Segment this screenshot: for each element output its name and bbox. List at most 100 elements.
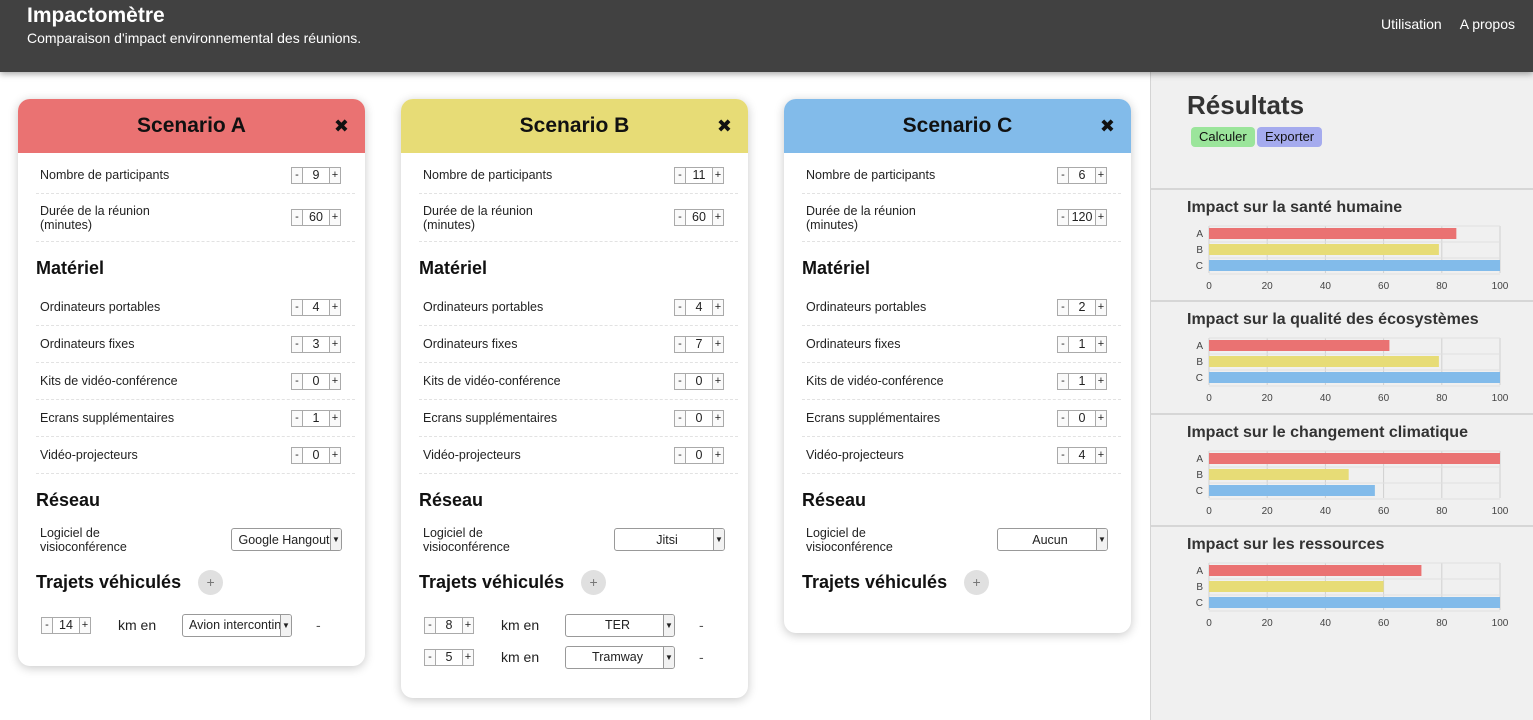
duration-increment-button[interactable]: + — [712, 209, 724, 226]
desktops-increment-button[interactable]: + — [712, 335, 724, 353]
screens-value[interactable]: 1 — [303, 409, 329, 427]
duration-increment-button[interactable]: + — [329, 209, 341, 226]
projectors-increment-button[interactable]: + — [329, 446, 341, 464]
participants-decrement-button[interactable]: - — [674, 166, 686, 184]
projectors-value[interactable]: 0 — [686, 446, 712, 464]
transport-mode-select[interactable]: TER ▼ — [565, 613, 675, 637]
duration-decrement-button[interactable]: - — [1057, 209, 1069, 226]
laptops-stepper: -2 + — [1057, 298, 1107, 316]
desktops-decrement-button[interactable]: - — [674, 335, 686, 353]
materiel-heading: Matériel — [419, 258, 488, 278]
desktops-value[interactable]: 7 — [686, 335, 712, 353]
screens-decrement-button[interactable]: - — [674, 409, 686, 427]
remove-trip-button[interactable]: - — [699, 649, 704, 665]
laptops-value[interactable]: 4 — [686, 298, 712, 316]
laptops-value[interactable]: 2 — [1069, 298, 1095, 316]
laptops-decrement-button[interactable]: - — [674, 298, 686, 316]
screens-value[interactable]: 0 — [686, 409, 712, 427]
close-icon[interactable]: ✖ — [334, 117, 349, 135]
screens-increment-button[interactable]: + — [329, 409, 341, 427]
participants-value[interactable]: 6 — [1069, 166, 1095, 184]
projectors-value[interactable]: 4 — [1069, 446, 1095, 464]
projectors-increment-button[interactable]: + — [1095, 446, 1107, 464]
reseau-heading: Réseau — [36, 490, 101, 510]
remove-trip-button[interactable]: - — [316, 617, 321, 633]
visio-kits-value[interactable]: 0 — [686, 372, 712, 390]
remove-trip-button[interactable]: - — [699, 617, 704, 633]
visio-kits-increment-button[interactable]: + — [712, 372, 724, 390]
add-trip-button[interactable]: + — [581, 570, 607, 595]
screens-decrement-button[interactable]: - — [291, 409, 303, 427]
duration-decrement-button[interactable]: - — [674, 209, 686, 226]
transport-mode-select[interactable]: Avion intercontinental▼ — [182, 613, 292, 637]
trip-km-decrement-button[interactable]: - — [424, 648, 436, 666]
trip-km-increment-button[interactable]: + — [462, 616, 474, 634]
visio-kits-decrement-button[interactable]: - — [291, 372, 303, 390]
participants-value[interactable]: 9 — [303, 166, 329, 184]
projectors-value[interactable]: 0 — [303, 446, 329, 464]
desktops-increment-button[interactable]: + — [1095, 335, 1107, 353]
visio-kits-row: Kits de vidéo-conférence -1 + — [802, 363, 1121, 400]
trip-km-value[interactable]: 8 — [436, 616, 462, 634]
duration-increment-button[interactable]: + — [1095, 209, 1107, 226]
trip-km-decrement-button[interactable]: - — [424, 616, 436, 634]
screens-increment-button[interactable]: + — [1095, 409, 1107, 427]
participants-increment-button[interactable]: + — [329, 166, 341, 184]
nav-utilisation-link[interactable]: Utilisation — [1381, 16, 1442, 32]
transport-mode-select[interactable]: Tramway ▼ — [565, 645, 675, 669]
add-trip-button[interactable]: + — [964, 570, 990, 595]
screens-increment-button[interactable]: + — [712, 409, 724, 427]
participants-value[interactable]: 11 — [686, 166, 712, 184]
export-button[interactable]: Exporter — [1257, 127, 1323, 147]
visio-kits-increment-button[interactable]: + — [1095, 372, 1107, 390]
calculate-button[interactable]: Calculer — [1191, 127, 1255, 147]
screens-value[interactable]: 0 — [1069, 409, 1095, 427]
desktops-value[interactable]: 1 — [1069, 335, 1095, 353]
participants-decrement-button[interactable]: - — [1057, 166, 1069, 184]
laptops-decrement-button[interactable]: - — [1057, 298, 1069, 316]
participants-increment-button[interactable]: + — [1095, 166, 1107, 184]
duration-decrement-button[interactable]: - — [291, 209, 303, 226]
duration-value[interactable]: 60 — [303, 209, 329, 226]
category-label: A — [1196, 229, 1203, 240]
desktops-increment-button[interactable]: + — [329, 335, 341, 353]
desktops-value[interactable]: 3 — [303, 335, 329, 353]
trip-km-decrement-button[interactable]: - — [41, 616, 53, 634]
laptops-increment-button[interactable]: + — [1095, 298, 1107, 316]
desktops-decrement-button[interactable]: - — [291, 335, 303, 353]
visio-kits-decrement-button[interactable]: - — [1057, 372, 1069, 390]
visio-kits-value[interactable]: 1 — [1069, 372, 1095, 390]
results-title: Résultats — [1187, 90, 1305, 120]
duration-value[interactable]: 60 — [686, 209, 712, 226]
trip-km-increment-button[interactable]: + — [79, 616, 91, 634]
laptops-value[interactable]: 4 — [303, 298, 329, 316]
projectors-decrement-button[interactable]: - — [291, 446, 303, 464]
visio-kits-increment-button[interactable]: + — [329, 372, 341, 390]
participants-increment-button[interactable]: + — [712, 166, 724, 184]
software-select[interactable]: Jitsi ▼ — [614, 528, 725, 551]
duration-value[interactable]: 120 — [1069, 209, 1095, 226]
x-tick-label: 80 — [1436, 506, 1448, 517]
visio-kits-decrement-button[interactable]: - — [674, 372, 686, 390]
trajets-header: Trajets véhiculés + — [802, 570, 1121, 595]
close-icon[interactable]: ✖ — [1100, 117, 1115, 135]
bar-b — [1209, 469, 1349, 480]
projectors-increment-button[interactable]: + — [712, 446, 724, 464]
close-icon[interactable]: ✖ — [717, 117, 732, 135]
trip-km-value[interactable]: 14 — [53, 616, 79, 634]
visio-kits-value[interactable]: 0 — [303, 372, 329, 390]
trip-km-increment-button[interactable]: + — [462, 648, 474, 666]
desktops-decrement-button[interactable]: - — [1057, 335, 1069, 353]
software-select[interactable]: Aucun ▼ — [997, 528, 1108, 551]
laptops-decrement-button[interactable]: - — [291, 298, 303, 316]
software-select[interactable]: Google Hangout ▼ — [231, 528, 342, 551]
screens-decrement-button[interactable]: - — [1057, 409, 1069, 427]
participants-decrement-button[interactable]: - — [291, 166, 303, 184]
projectors-decrement-button[interactable]: - — [674, 446, 686, 464]
laptops-increment-button[interactable]: + — [329, 298, 341, 316]
nav-a-propos-link[interactable]: A propos — [1460, 16, 1515, 32]
add-trip-button[interactable]: + — [198, 570, 224, 595]
projectors-decrement-button[interactable]: - — [1057, 446, 1069, 464]
laptops-increment-button[interactable]: + — [712, 298, 724, 316]
trip-km-value[interactable]: 5 — [436, 648, 462, 666]
